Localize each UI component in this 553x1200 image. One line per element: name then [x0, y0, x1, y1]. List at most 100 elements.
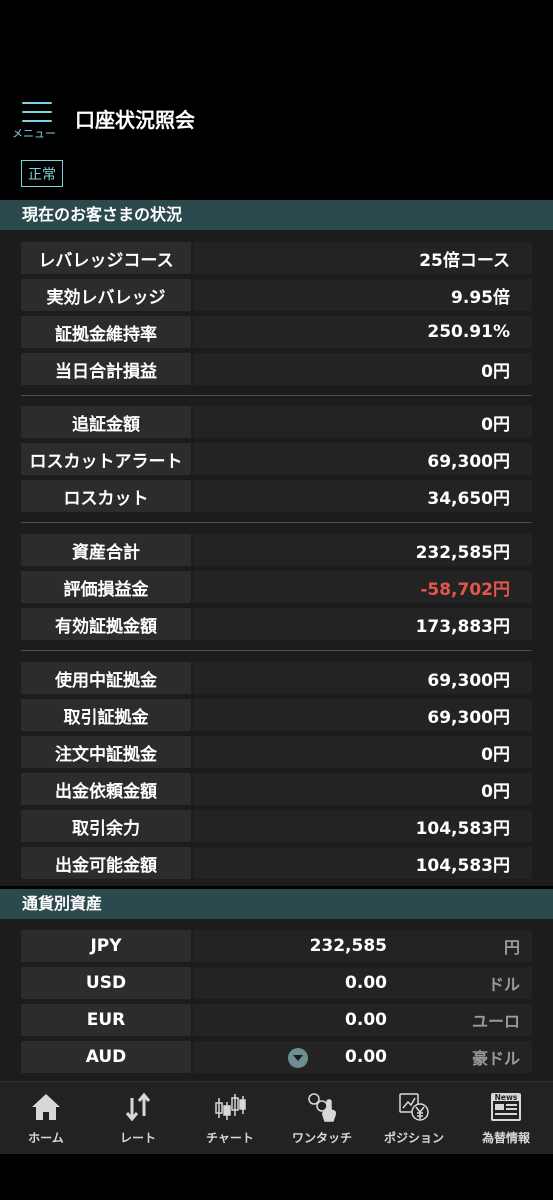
- currency-cell: 0.00 豪ドル: [193, 1041, 532, 1073]
- currency-unit: 円: [503, 938, 520, 957]
- row-daily-pl: 当日合計損益 0円: [21, 353, 532, 385]
- row-value: 34,650円: [193, 480, 532, 512]
- tab-label: 為替情報: [481, 1131, 530, 1145]
- currency-row-aud: AUD 0.00 豪ドル: [21, 1041, 532, 1073]
- currency-cell: 0.00 ユーロ: [193, 1004, 532, 1036]
- currency-cell: 0.00 ドル: [193, 967, 532, 999]
- menu-button[interactable]: メニュー: [12, 98, 64, 142]
- tab-label: レート: [119, 1131, 156, 1145]
- tab-label: ポジション: [383, 1131, 444, 1145]
- row-used-margin: 使用中証拠金 69,300円: [21, 662, 532, 694]
- rate-arrows-icon: [125, 1092, 151, 1122]
- currency-row-usd: USD 0.00 ドル: [21, 967, 532, 999]
- row-effective-leverage: 実効レバレッジ 9.95倍: [21, 279, 532, 311]
- currency-label: AUD: [21, 1041, 191, 1073]
- row-label: レバレッジコース: [21, 242, 191, 274]
- page-title: 口座状況照会: [75, 108, 195, 132]
- row-margin-call-amount: 追証金額 0円: [21, 406, 532, 438]
- row-label: 実効レバレッジ: [21, 279, 191, 311]
- row-label: 注文中証拠金: [21, 736, 191, 768]
- row-value: 25倍コース: [193, 242, 532, 274]
- position-icon: [399, 1093, 429, 1121]
- currency-assets-panel: JPY 232,585 円 USD 0.00 ドル EUR 0.00 ユーロ AUD 0.00…: [0, 919, 553, 1081]
- currency-amount: 0.00: [345, 1047, 387, 1067]
- row-losscut: ロスカット 34,650円: [21, 480, 532, 512]
- row-label: ロスカットアラート: [21, 443, 191, 475]
- menu-label: メニュー: [12, 127, 56, 140]
- row-label: 証拠金維持率: [21, 316, 191, 348]
- currency-amount: 0.00: [345, 973, 387, 993]
- bottom-safe-area: [0, 1154, 553, 1200]
- currency-label: USD: [21, 967, 191, 999]
- row-order-margin: 注文中証拠金 0円: [21, 736, 532, 768]
- tab-label: ホーム: [28, 1131, 64, 1145]
- row-trading-capacity: 取引余力 104,583円: [21, 810, 532, 842]
- row-value: 0円: [193, 773, 532, 805]
- row-label: 資産合計: [21, 534, 191, 566]
- candlestick-chart-icon: [215, 1094, 246, 1120]
- app-header: メニュー 口座状況照会 正常: [0, 0, 553, 200]
- row-label: 取引証拠金: [21, 699, 191, 731]
- divider: [21, 395, 532, 396]
- row-value: 250.91%: [193, 316, 532, 348]
- home-icon: [32, 1094, 60, 1120]
- status-badge: 正常: [21, 160, 63, 187]
- row-value: 232,585円: [193, 534, 532, 566]
- row-value: 0円: [193, 353, 532, 385]
- row-label: 評価損益金: [21, 571, 191, 603]
- row-value: 0円: [193, 406, 532, 438]
- bottom-tab-bar: ホーム レート チャート ワンタッチ ポジション News 為替情報: [0, 1081, 553, 1154]
- row-label: 使用中証拠金: [21, 662, 191, 694]
- row-value: 69,300円: [193, 662, 532, 694]
- currency-cell: 232,585 円: [193, 930, 532, 962]
- row-label: 有効証拠金額: [21, 608, 191, 640]
- tab-label: チャート: [206, 1131, 254, 1145]
- row-value: 9.95倍: [193, 279, 532, 311]
- row-withdrawal-request: 出金依頼金額 0円: [21, 773, 532, 805]
- row-label: 追証金額: [21, 406, 191, 438]
- row-effective-margin: 有効証拠金額 173,883円: [21, 608, 532, 640]
- row-value: 0円: [193, 736, 532, 768]
- divider: [21, 650, 532, 651]
- currency-label: JPY: [21, 930, 191, 962]
- news-icon: News: [491, 1093, 521, 1121]
- currency-amount: 0.00: [345, 1010, 387, 1030]
- tab-home[interactable]: ホーム: [0, 1082, 92, 1155]
- row-label: 取引余力: [21, 810, 191, 842]
- row-unrealized-pl: 評価損益金 -58,702円: [21, 571, 532, 603]
- tab-fx-news[interactable]: News 為替情報: [460, 1082, 552, 1155]
- currency-amount: 232,585: [309, 936, 387, 956]
- currency-label: EUR: [21, 1004, 191, 1036]
- row-total-assets: 資産合計 232,585円: [21, 534, 532, 566]
- tab-one-touch[interactable]: ワンタッチ: [276, 1082, 368, 1155]
- row-value: 173,883円: [193, 608, 532, 640]
- news-icon-text: News: [495, 1093, 518, 1102]
- row-trade-margin: 取引証拠金 69,300円: [21, 699, 532, 731]
- row-label: 出金依頼金額: [21, 773, 191, 805]
- row-value: 104,583円: [193, 810, 532, 842]
- currency-unit: 豪ドル: [471, 1049, 520, 1068]
- section-header-currency-assets: 通貨別資産: [0, 889, 553, 919]
- account-status-panel: レバレッジコース 25倍コース 実効レバレッジ 9.95倍 証拠金維持率 250.91…: [0, 230, 553, 886]
- row-value: 104,583円: [193, 847, 532, 879]
- scroll-down-icon[interactable]: [288, 1048, 308, 1068]
- tab-chart[interactable]: チャート: [184, 1082, 276, 1155]
- row-label: ロスカット: [21, 480, 191, 512]
- tab-position[interactable]: ポジション: [368, 1082, 460, 1155]
- row-leverage-course: レバレッジコース 25倍コース: [21, 242, 532, 274]
- divider: [21, 522, 532, 523]
- row-label: 当日合計損益: [21, 353, 191, 385]
- tab-label: ワンタッチ: [291, 1131, 352, 1145]
- row-value: 69,300円: [193, 443, 532, 475]
- section-header-account-status: 現在のお客さまの状況: [0, 200, 553, 230]
- hamburger-icon: [22, 102, 52, 122]
- currency-row-jpy: JPY 232,585 円: [21, 930, 532, 962]
- row-withdrawable-amount: 出金可能金額 104,583円: [21, 847, 532, 879]
- currency-unit: ユーロ: [471, 1012, 520, 1031]
- row-label: 出金可能金額: [21, 847, 191, 879]
- currency-row-eur: EUR 0.00 ユーロ: [21, 1004, 532, 1036]
- row-value: 69,300円: [193, 699, 532, 731]
- tab-rate[interactable]: レート: [92, 1082, 184, 1155]
- row-margin-ratio: 証拠金維持率 250.91%: [21, 316, 532, 348]
- currency-unit: ドル: [487, 975, 520, 994]
